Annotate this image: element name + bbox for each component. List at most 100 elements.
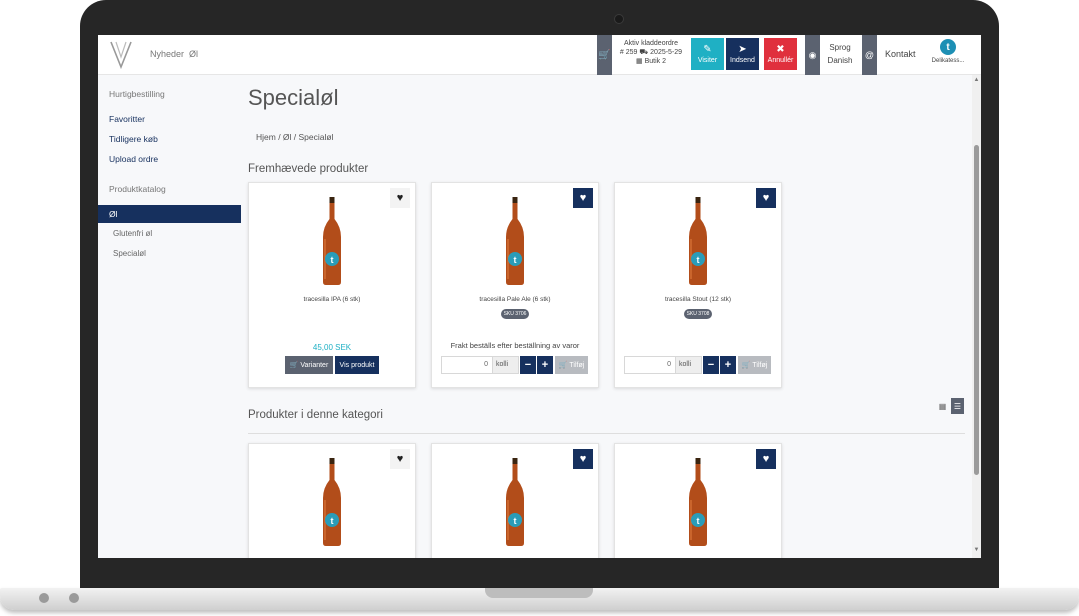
increase-button[interactable]: + xyxy=(537,356,553,374)
page-scrollbar[interactable]: ▲ ▼ xyxy=(972,75,981,558)
product-card[interactable]: ♥ t xyxy=(248,443,416,558)
product-card[interactable]: ♥ t xyxy=(431,443,599,558)
beer-bottle-image[interactable]: t xyxy=(321,197,343,285)
cart-icon: 🛒 xyxy=(598,49,611,61)
language-value: Danish xyxy=(827,56,853,65)
indicator-dot xyxy=(39,593,49,603)
annuller-button[interactable]: ✖ Annullér xyxy=(764,38,797,70)
language-icon-box[interactable]: ◉ xyxy=(805,35,820,75)
language-selector[interactable]: Sprog Danish xyxy=(822,41,858,67)
camera-icon xyxy=(614,14,624,24)
product-name[interactable]: tracesilla IPA (6 stk) xyxy=(249,296,415,303)
logo-icon[interactable] xyxy=(108,39,134,71)
avatar: t xyxy=(940,39,956,55)
send-icon: ➤ xyxy=(738,43,747,55)
add-label: Tilføj xyxy=(569,361,585,369)
order-title: Aktiv kladdeordre xyxy=(623,40,679,47)
cart-button[interactable]: 🛒 xyxy=(597,35,612,75)
sidebar-item-ol[interactable]: Øl xyxy=(98,205,241,223)
list-icon: ☰ xyxy=(953,401,962,411)
indicator-dot xyxy=(69,593,79,603)
beer-bottle-image[interactable]: t xyxy=(687,197,709,285)
add-label: Tilføj xyxy=(752,361,768,369)
annuller-label: Annullér xyxy=(767,56,794,64)
product-actions: 🛒 Varianter Vis produkt xyxy=(285,356,379,374)
category-section-title: Produkter i denne kategori xyxy=(248,409,383,421)
indsend-button[interactable]: ➤ Indsend xyxy=(726,38,759,70)
favorite-button[interactable]: ♥ xyxy=(756,188,776,208)
heart-icon: ♥ xyxy=(762,453,770,465)
order-meta: # 259 ⛟ 2025-5-29 xyxy=(614,48,688,57)
scroll-up-icon[interactable]: ▲ xyxy=(972,77,981,83)
nav-link-ol[interactable]: Øl xyxy=(189,49,198,59)
active-draft-order[interactable]: Aktiv kladdeordre # 259 ⛟ 2025-5-29 ▦ Bu… xyxy=(614,39,688,66)
decrease-button[interactable]: − xyxy=(520,356,536,374)
product-card[interactable]: ♥ t tracesilla Pale Ale (6 stk) SKU 3706… xyxy=(431,182,599,388)
increase-button[interactable]: + xyxy=(720,356,736,374)
beer-bottle-image[interactable]: t xyxy=(504,458,526,546)
visiter-label: Visiter xyxy=(697,56,718,64)
unit-label: kolli xyxy=(676,356,702,374)
sidebar: Hurtigbestilling Favoritter Tidligere kø… xyxy=(98,75,241,558)
scroll-down-icon[interactable]: ▼ xyxy=(972,547,981,553)
section-divider xyxy=(248,433,965,434)
product-name[interactable]: tracesilla Stout (12 stk) xyxy=(615,296,781,303)
store-name: Butik 2 xyxy=(644,58,666,65)
add-to-cart-button[interactable]: 🛒 Tilføj xyxy=(555,356,588,374)
favorite-button[interactable]: ♥ xyxy=(573,449,593,469)
top-header: Nyheder Øl 🛒 Aktiv kladdeordre # 259 ⛟ 2… xyxy=(98,35,981,75)
heart-icon: ♥ xyxy=(396,192,404,204)
product-card[interactable]: ♥ t xyxy=(614,443,782,558)
decrease-button[interactable]: − xyxy=(703,356,719,374)
globe-icon: ◉ xyxy=(808,49,817,60)
browser-screen: Nyheder Øl 🛒 Aktiv kladdeordre # 259 ⛟ 2… xyxy=(98,35,981,558)
view-product-button[interactable]: Vis produkt xyxy=(335,356,379,374)
svg-text:t: t xyxy=(331,516,334,526)
favorite-button[interactable]: ♥ xyxy=(390,188,410,208)
contact-link[interactable]: Kontakt xyxy=(885,49,916,59)
visiter-button[interactable]: ✎ Visiter xyxy=(691,38,724,70)
svg-text:t: t xyxy=(697,516,700,526)
svg-text:t: t xyxy=(697,255,700,265)
user-menu[interactable]: t Delikatess... xyxy=(928,39,968,64)
user-label: Delikatess... xyxy=(931,58,965,64)
product-card[interactable]: ♥ t tracesilla IPA (6 stk) 45,00 SEK 🛒 V… xyxy=(248,182,416,388)
favorite-button[interactable]: ♥ xyxy=(573,188,593,208)
favorite-button[interactable]: ♥ xyxy=(390,449,410,469)
order-date: 2025-5-29 xyxy=(650,49,683,56)
product-name[interactable]: tracesilla Pale Ale (6 stk) xyxy=(432,296,598,303)
cancel-icon: ✖ xyxy=(776,43,785,55)
grid-view-button[interactable]: ▦ xyxy=(936,398,949,414)
variants-label: Varianter xyxy=(300,361,329,369)
view-toggle: ▦ ☰ xyxy=(936,398,964,414)
sku-badge: SKU 3708 xyxy=(684,309,712,319)
edit-icon: ✎ xyxy=(703,43,712,55)
sidebar-item-glutenfri[interactable]: Glutenfri øl xyxy=(113,229,152,238)
product-card[interactable]: ♥ t tracesilla Stout (12 stk) SKU 3708 0… xyxy=(614,182,782,388)
contact-icon-box[interactable]: @ xyxy=(862,35,877,75)
nav-link-nyheder[interactable]: Nyheder xyxy=(150,49,184,59)
beer-bottle-image[interactable]: t xyxy=(321,458,343,546)
grid-icon: ▦ xyxy=(938,401,947,411)
cart-icon: 🛒 xyxy=(558,362,568,369)
sidebar-item-specialol[interactable]: Specialøl xyxy=(113,249,146,258)
sidebar-item-favoritter[interactable]: Favoritter xyxy=(109,114,145,124)
cart-icon: 🛒 xyxy=(289,362,299,369)
quantity-input[interactable]: 0 xyxy=(441,356,493,374)
sku-badge: SKU 3706 xyxy=(501,309,529,319)
sidebar-heading-catalog: Produktkatalog xyxy=(109,184,166,194)
order-number: # 259 xyxy=(619,49,638,56)
sidebar-item-tidligere-kob[interactable]: Tidligere køb xyxy=(109,134,158,144)
sidebar-item-upload-ordre[interactable]: Upload ordre xyxy=(109,154,158,164)
beer-bottle-image[interactable]: t xyxy=(504,197,526,285)
quantity-stepper: 0 kolli − + 🛒 Tilføj xyxy=(441,356,588,374)
favorite-button[interactable]: ♥ xyxy=(756,449,776,469)
scroll-thumb[interactable] xyxy=(974,145,979,475)
list-view-button[interactable]: ☰ xyxy=(951,398,964,414)
beer-bottle-image[interactable]: t xyxy=(687,458,709,546)
quantity-input[interactable]: 0 xyxy=(624,356,676,374)
add-to-cart-button[interactable]: 🛒 Tilføj xyxy=(738,356,771,374)
variants-button[interactable]: 🛒 Varianter xyxy=(285,356,333,374)
order-store: ▦ Butik 2 xyxy=(614,57,688,66)
breadcrumb[interactable]: Hjem / Øl / Specialøl xyxy=(256,132,333,142)
